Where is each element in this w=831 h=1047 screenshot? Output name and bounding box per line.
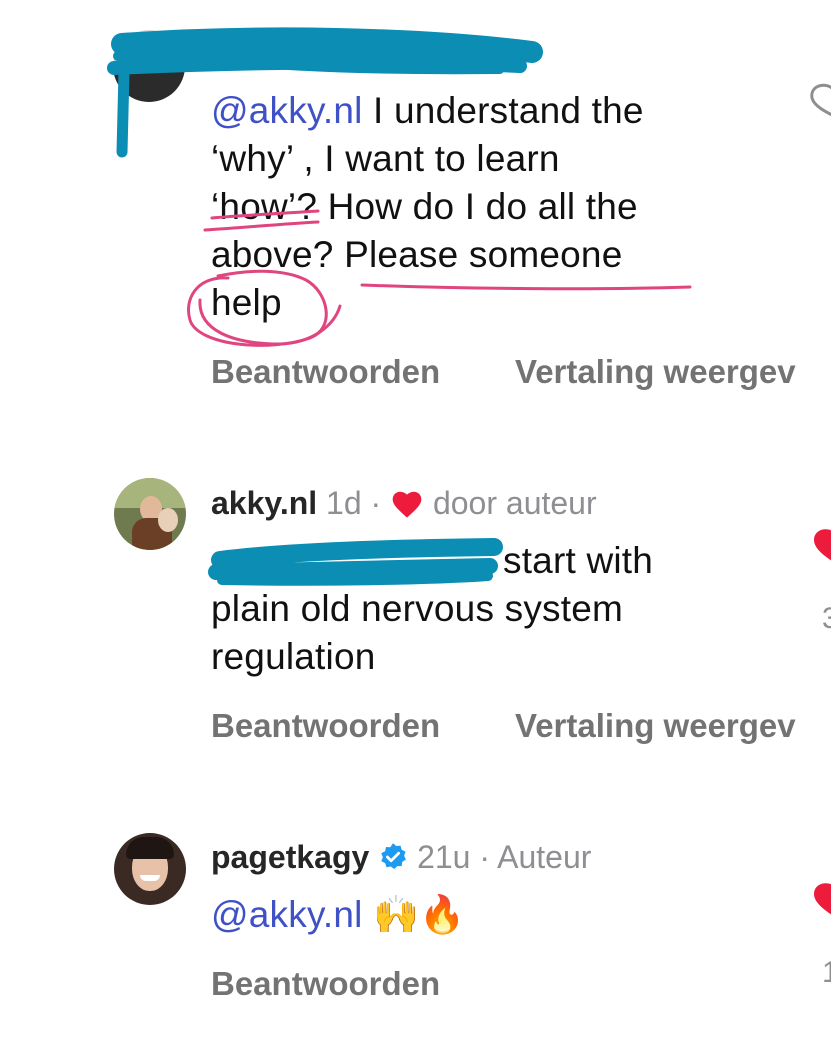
mention-link[interactable]: @akky.nl [211, 90, 363, 131]
comment-text: above? Please someone [211, 234, 623, 275]
comment-text: regulation [211, 636, 376, 677]
comment-text: help [211, 282, 282, 323]
timestamp: 21u [417, 839, 471, 875]
reply-button[interactable]: Beantwoorden [211, 964, 440, 1004]
redaction-scribble [208, 538, 503, 586]
comment-meta: pagetkagy 21u · Auteur [211, 837, 591, 877]
avatar[interactable] [114, 833, 186, 905]
reply-button[interactable]: Beantwoorden [211, 706, 440, 746]
heart-outline-icon[interactable] [806, 80, 831, 120]
like-count: 3 [822, 602, 831, 635]
avatar[interactable] [114, 478, 186, 550]
like-heart-icon[interactable] [806, 880, 831, 920]
like-count: 1 [822, 956, 831, 989]
separator: · [479, 839, 490, 875]
timestamp: 1d [326, 485, 362, 521]
comment-text: plain old nervous system [211, 588, 623, 629]
comment-text: @akky.nl I understand the [211, 90, 644, 131]
username[interactable]: akky.nl [211, 485, 317, 521]
heart-filled-icon [392, 491, 422, 518]
translate-button[interactable]: Vertaling weergev [515, 706, 796, 746]
mention-link[interactable]: @akky.nl [211, 894, 363, 935]
comment-text: @akky.nl 🙌🔥 [211, 891, 466, 939]
like-heart-icon[interactable] [806, 526, 831, 566]
comment-text: ‘how’? How do I do all the [211, 186, 638, 227]
translate-button[interactable]: Vertaling weergev [515, 352, 796, 392]
emoji-text: 🙌🔥 [373, 894, 466, 935]
liked-by-author-label: door auteur [432, 485, 597, 521]
comment-meta: akky.nl 1d · door auteur [211, 483, 597, 523]
author-label: Auteur [497, 839, 592, 875]
username[interactable]: pagetkagy [211, 839, 369, 875]
reply-button[interactable]: Beantwoorden [211, 352, 440, 392]
separator: · [370, 485, 382, 521]
comment-text: start with [503, 540, 654, 581]
avatar[interactable] [113, 30, 185, 102]
comment-text: ‘why’ , I want to learn [211, 138, 560, 179]
verified-badge-icon [381, 843, 407, 869]
